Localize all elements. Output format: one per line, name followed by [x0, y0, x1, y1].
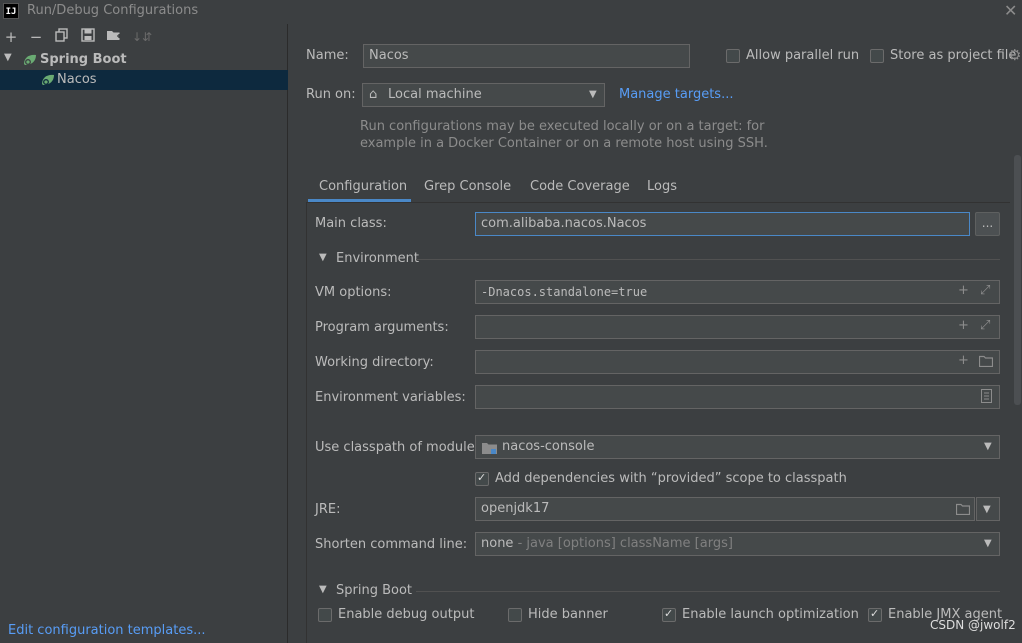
- home-icon: ⌂: [369, 87, 378, 102]
- copy-icon[interactable]: [53, 28, 71, 46]
- tree-node-spring-boot[interactable]: ▼ Spring Boot: [0, 50, 288, 70]
- expand-icon[interactable]: ⤢: [980, 283, 990, 298]
- store-project-checkbox[interactable]: [870, 49, 884, 63]
- folder-icon[interactable]: [978, 355, 994, 371]
- enable-launch-optimization-checkbox[interactable]: [662, 607, 676, 622]
- configurations-tree-panel: [0, 24, 288, 643]
- shorten-hint: - java [options] className [args]: [513, 536, 733, 551]
- section-divider: [416, 259, 1000, 260]
- allow-parallel-label: Allow parallel run: [746, 48, 860, 63]
- vertical-scrollbar[interactable]: [1014, 155, 1021, 405]
- add-dependencies-checkbox[interactable]: [475, 471, 489, 486]
- classpath-module-value: nacos-console: [502, 439, 595, 454]
- add-icon[interactable]: +: [958, 283, 969, 298]
- tree-node-nacos[interactable]: Nacos: [0, 70, 288, 90]
- manage-targets-link[interactable]: Manage targets...: [619, 87, 733, 102]
- program-arguments-label: Program arguments:: [315, 320, 449, 335]
- browse-main-class-button[interactable]: ...: [975, 212, 1000, 236]
- sort-icon[interactable]: ↓⇵: [132, 28, 152, 46]
- spring-boot-icon: [22, 53, 38, 71]
- classpath-module-combo[interactable]: nacos-console ▼: [475, 435, 1000, 459]
- enable-jmx-agent-checkbox[interactable]: [868, 607, 882, 622]
- enable-launch-optimization-label: Enable launch optimization: [682, 607, 859, 622]
- edit-list-icon[interactable]: [981, 389, 992, 407]
- run-on-label: Run on:: [306, 87, 356, 102]
- store-project-label: Store as project file: [890, 48, 1017, 63]
- shorten-value: none: [481, 536, 514, 551]
- add-icon[interactable]: +: [958, 318, 969, 333]
- spring-boot-section-title[interactable]: Spring Boot: [336, 583, 412, 598]
- save-icon[interactable]: [79, 28, 97, 46]
- name-label: Name:: [306, 48, 349, 63]
- chevron-down-icon[interactable]: ▼: [319, 252, 327, 263]
- run-on-combo[interactable]: ⌂ Local machine ▼: [362, 83, 605, 107]
- intellij-app-icon: IJ: [3, 3, 19, 19]
- run-on-value: Local machine: [388, 87, 482, 102]
- window-title: Run/Debug Configurations: [27, 3, 199, 18]
- name-field[interactable]: Nacos: [363, 44, 690, 68]
- chevron-down-icon[interactable]: ▼: [319, 584, 327, 595]
- shorten-command-line-combo[interactable]: none - java [options] className [args] ▼: [475, 532, 1000, 556]
- tab-configuration[interactable]: Configuration: [319, 179, 407, 194]
- environment-section-title[interactable]: Environment: [336, 251, 419, 266]
- tab-grep-console[interactable]: Grep Console: [424, 179, 511, 194]
- spring-boot-config-icon: [40, 73, 56, 91]
- tree-node-label: Spring Boot: [40, 52, 127, 67]
- tab-code-coverage[interactable]: Code Coverage: [530, 179, 630, 194]
- tab-logs[interactable]: Logs: [647, 179, 677, 194]
- vm-options-field[interactable]: -Dnacos.standalone=true: [475, 280, 1000, 304]
- chevron-down-icon[interactable]: ▼: [4, 52, 12, 63]
- expand-icon[interactable]: ⤢: [980, 318, 990, 333]
- watermark: CSDN @jwolf2: [930, 618, 1016, 632]
- working-directory-field[interactable]: [475, 350, 1000, 374]
- vm-options-label: VM options:: [315, 285, 392, 300]
- add-dependencies-label: Add dependencies with “provided” scope t…: [495, 471, 847, 486]
- add-icon[interactable]: +: [958, 353, 969, 368]
- working-directory-label: Working directory:: [315, 355, 434, 370]
- add-icon[interactable]: +: [2, 28, 20, 46]
- chevron-down-icon: ▼: [589, 89, 597, 100]
- jre-field[interactable]: openjdk17: [475, 497, 975, 521]
- hide-banner-checkbox[interactable]: [508, 608, 522, 622]
- close-icon[interactable]: ✕: [1004, 1, 1017, 20]
- enable-debug-output-label: Enable debug output: [338, 607, 475, 622]
- enable-debug-output-checkbox[interactable]: [318, 608, 332, 622]
- main-class-field[interactable]: com.alibaba.nacos.Nacos: [475, 212, 970, 236]
- hide-banner-label: Hide banner: [528, 607, 608, 622]
- environment-variables-label: Environment variables:: [315, 390, 466, 405]
- run-on-hint-line-2: example in a Docker Container or on a re…: [360, 136, 768, 151]
- shorten-command-line-label: Shorten command line:: [315, 537, 468, 552]
- jre-dropdown-button[interactable]: ▼: [976, 497, 1000, 521]
- jre-label: JRE:: [315, 502, 341, 517]
- gear-icon[interactable]: ⚙: [1008, 46, 1021, 64]
- edit-templates-link[interactable]: Edit configuration templates...: [8, 623, 206, 638]
- configuration-panel: [306, 202, 1010, 643]
- remove-icon[interactable]: −: [27, 28, 45, 46]
- folder-add-icon[interactable]: [105, 28, 123, 46]
- run-on-hint-line-1: Run configurations may be executed local…: [360, 119, 765, 134]
- allow-parallel-checkbox[interactable]: [726, 49, 740, 63]
- program-arguments-field[interactable]: [475, 315, 1000, 339]
- folder-icon[interactable]: [955, 503, 971, 519]
- module-folder-icon: [482, 441, 498, 463]
- title-bar: IJ Run/Debug Configurations ✕: [0, 0, 1022, 24]
- tree-node-label: Nacos: [57, 72, 97, 87]
- environment-variables-field[interactable]: [475, 385, 1000, 409]
- chevron-down-icon: ▼: [984, 441, 992, 452]
- chevron-down-icon: ▼: [984, 538, 992, 549]
- chevron-down-icon: ▼: [983, 504, 991, 515]
- classpath-module-label: Use classpath of module:: [315, 440, 480, 455]
- main-class-label: Main class:: [315, 216, 387, 231]
- section-divider: [416, 591, 1000, 592]
